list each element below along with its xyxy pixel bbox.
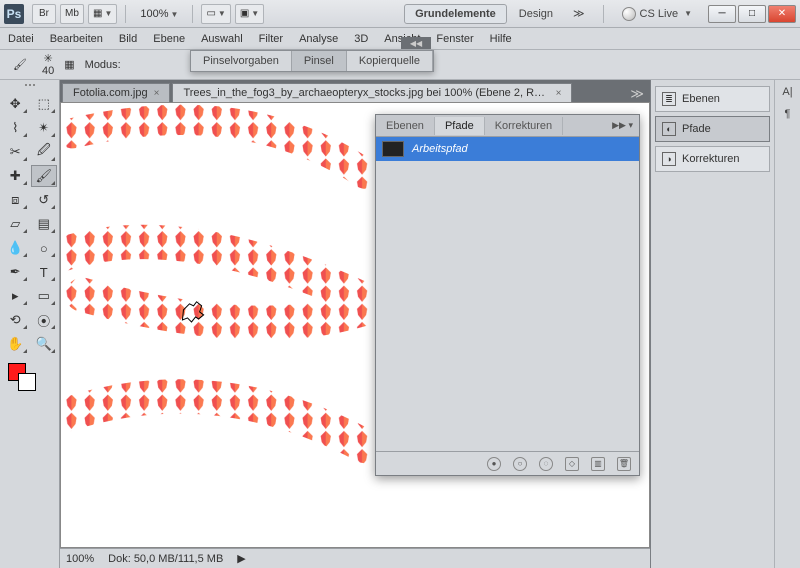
panel-tab-pfade[interactable]: Pfade	[435, 117, 485, 135]
status-more[interactable]: ▶	[237, 552, 245, 565]
status-bar: 100% Dok: 50,0 MB/111,5 MB ▶	[60, 548, 650, 568]
status-doc-size[interactable]: Dok: 50,0 MB/111,5 MB	[108, 553, 223, 565]
shape-tool[interactable]: ▭	[31, 285, 58, 307]
window-maximize[interactable]: □	[738, 5, 766, 23]
workspace-design[interactable]: Design	[511, 5, 561, 23]
background-color[interactable]	[18, 373, 36, 391]
hand-tool[interactable]: ✋	[2, 333, 29, 355]
layout-dropdown[interactable]: ▦▼	[88, 4, 117, 24]
app-logo: Ps	[4, 4, 24, 24]
window-minimize[interactable]: ─	[708, 5, 736, 23]
paths-panel[interactable]: Ebenen Pfade Korrekturen ▶▶ ▾ Arbeitspfa…	[375, 114, 640, 476]
heal-tool[interactable]: ✚	[2, 165, 29, 187]
brush-tool[interactable]: 🖌	[31, 165, 58, 187]
window-close[interactable]: ✕	[768, 5, 796, 23]
history-brush-tool[interactable]: ↺	[31, 189, 58, 211]
new-path-icon[interactable]: ▥	[591, 457, 605, 471]
3d-tool[interactable]: ⟲	[2, 309, 29, 331]
minibridge-button[interactable]: Mb	[60, 4, 84, 24]
menu-datei[interactable]: Datei	[8, 33, 34, 45]
eyedropper-tool[interactable]: 🖉	[31, 141, 58, 163]
dock-korrekturen-button[interactable]: ◑Korrekturen	[655, 146, 770, 172]
zoom-tool[interactable]: 🔍	[31, 333, 58, 355]
screen-mode-button[interactable]: ▣▼	[235, 4, 264, 24]
marquee-tool[interactable]: ⬚	[31, 93, 58, 115]
menu-hilfe[interactable]: Hilfe	[490, 33, 512, 45]
status-zoom[interactable]: 100%	[66, 553, 94, 565]
path-item-arbeitspfad[interactable]: Arbeitspfad	[376, 137, 639, 161]
panel-collapse-icon[interactable]: ◀◀	[401, 37, 431, 49]
delete-path-icon[interactable]: 🗑	[617, 457, 631, 471]
selection-from-path-icon[interactable]: ◌	[539, 457, 553, 471]
close-icon[interactable]: ×	[556, 88, 562, 99]
blur-tool[interactable]: 💧	[2, 237, 29, 259]
dock-pfade-button[interactable]: ◐Pfade	[655, 116, 770, 142]
document-tab-fotolia[interactable]: Fotolia.com.jpg×	[62, 83, 170, 102]
brush-panel-toggle[interactable]: ▦	[64, 58, 74, 71]
adjustments-icon: ◑	[662, 152, 676, 166]
lasso-tool[interactable]: ⌇	[2, 117, 29, 139]
menu-fenster[interactable]: Fenster	[436, 33, 473, 45]
type-tool[interactable]: T	[31, 261, 58, 283]
gradient-tool[interactable]: ▤	[31, 213, 58, 235]
fill-path-icon[interactable]: ●	[487, 457, 501, 471]
tab-pinselvorgaben[interactable]: Pinselvorgaben	[191, 51, 292, 71]
brush-panel[interactable]: ◀◀ Pinselvorgaben Pinsel Kopierquelle	[190, 50, 434, 72]
3d-camera-tool[interactable]: ⦿	[31, 309, 58, 331]
path-thumbnail	[382, 141, 404, 157]
menu-bild[interactable]: Bild	[119, 33, 137, 45]
character-panel-icon[interactable]: A|	[782, 86, 792, 98]
paths-panel-footer: ● ○ ◌ ◇ ▥ 🗑	[376, 451, 639, 475]
zoom-level[interactable]: 100%▼	[132, 8, 186, 20]
workspace-active[interactable]: Grundelemente	[404, 4, 507, 24]
menu-analyse[interactable]: Analyse	[299, 33, 338, 45]
eraser-tool[interactable]: ▱	[2, 213, 29, 235]
arrange-button[interactable]: ▭▼	[201, 4, 230, 24]
tabs-overflow[interactable]: ≫	[630, 86, 644, 102]
document-tab-trees[interactable]: Trees_in_the_fog3_by_archaeopteryx_stock…	[172, 83, 572, 102]
stamp-tool[interactable]: ⧈	[2, 189, 29, 211]
wand-tool[interactable]: ✴	[31, 117, 58, 139]
dock-ebenen-button[interactable]: ≣Ebenen	[655, 86, 770, 112]
document-tabs: Fotolia.com.jpg× Trees_in_the_fog3_by_ar…	[60, 80, 650, 102]
workspace-more[interactable]: ≫	[565, 4, 593, 23]
bridge-button[interactable]: Br	[32, 4, 56, 24]
menu-auswahl[interactable]: Auswahl	[201, 33, 243, 45]
close-icon[interactable]: ×	[154, 88, 160, 99]
panel-tab-korrekturen[interactable]: Korrekturen	[485, 117, 563, 135]
titlebar: Ps Br Mb ▦▼ 100%▼ ▭▼ ▣▼ Grundelemente De…	[0, 0, 800, 28]
menu-ebene[interactable]: Ebene	[153, 33, 185, 45]
tab-pinsel[interactable]: Pinsel	[292, 51, 347, 71]
crop-tool[interactable]: ✂	[2, 141, 29, 163]
menu-3d[interactable]: 3D	[354, 33, 368, 45]
brush-size-value: 40	[42, 65, 54, 77]
cslive-button[interactable]: CS Live▼	[622, 7, 692, 21]
brush-preset[interactable]: ✳ 40	[42, 52, 54, 77]
tab-kopierquelle[interactable]: Kopierquelle	[347, 51, 433, 71]
current-tool-icon[interactable]: 🖌	[8, 54, 32, 76]
right-dock: ≣Ebenen ◐Pfade ◑Korrekturen A| ¶	[650, 80, 800, 568]
color-swatches[interactable]	[2, 363, 57, 393]
panel-collapse-icon[interactable]: ▶▶ ▾	[606, 120, 639, 131]
path-select-tool[interactable]: ▸	[2, 285, 29, 307]
paragraph-panel-icon[interactable]: ¶	[785, 108, 791, 120]
path-from-selection-icon[interactable]: ◇	[565, 457, 579, 471]
menu-bearbeiten[interactable]: Bearbeiten	[50, 33, 103, 45]
blend-mode-label: Modus:	[85, 59, 121, 71]
cslive-icon	[622, 7, 636, 21]
menu-filter[interactable]: Filter	[259, 33, 283, 45]
path-list[interactable]: Arbeitspfad	[376, 137, 639, 451]
brush-shape-icon: ✳	[44, 52, 53, 65]
paths-icon: ◐	[662, 122, 676, 136]
layers-icon: ≣	[662, 92, 676, 106]
pen-tool[interactable]: ✒	[2, 261, 29, 283]
panel-tab-ebenen[interactable]: Ebenen	[376, 117, 435, 135]
move-tool[interactable]: ✥	[2, 93, 29, 115]
toolbox: ✥ ⬚ ⌇ ✴ ✂ 🖉 ✚ 🖌 ⧈ ↺ ▱ ▤ 💧 ○ ✒ T ▸ ▭ ⟲ ⦿ …	[0, 80, 60, 568]
dodge-tool[interactable]: ○	[31, 237, 58, 259]
stroke-path-icon[interactable]: ○	[513, 457, 527, 471]
